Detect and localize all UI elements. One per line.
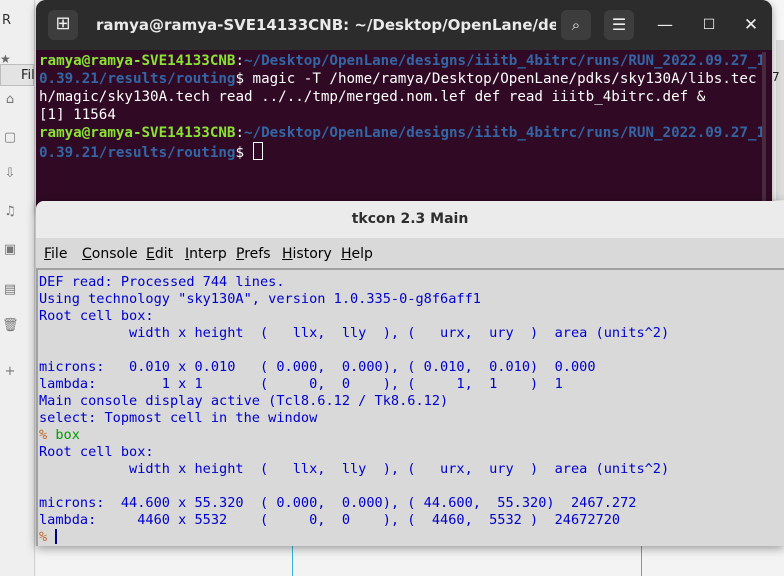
- menu-label: ile: [51, 246, 68, 262]
- terminal-title: ramya@ramya-SVE14133CNB: ~/Desktop/OpenL…: [96, 16, 556, 34]
- background-tab-label[interactable]: R: [0, 8, 18, 34]
- console-cursor: [55, 529, 58, 544]
- menu-label: elp: [351, 246, 373, 262]
- terminal-user: ramya@ramya-SVE14133CNB: [39, 125, 236, 141]
- terminal-job-line: [1] 11564: [39, 107, 116, 123]
- console-line: DEF read: Processed 744 lines.: [39, 274, 285, 290]
- menu-label: istory: [292, 246, 332, 262]
- trash-icon[interactable]: 🗑: [2, 318, 19, 334]
- console-line: width x height ( llx, lly ), ( urx, ury …: [39, 461, 670, 477]
- terminal-titlebar[interactable]: ⊞ ramya@ramya-SVE14133CNB: ~/Desktop/Ope…: [36, 0, 772, 50]
- terminal-user: ramya@ramya-SVE14133CNB: [39, 53, 236, 69]
- new-tab-icon[interactable]: ⊞: [48, 10, 78, 40]
- search-icon[interactable]: ⌕: [561, 10, 591, 40]
- video-icon[interactable]: ▤: [2, 282, 18, 298]
- terminal-colon: :: [235, 125, 245, 141]
- menu-interp[interactable]: Interp: [185, 244, 227, 264]
- menu-label: refs: [244, 246, 271, 262]
- menu-edit[interactable]: Edit: [146, 244, 173, 264]
- console-line: Root cell box:: [39, 308, 154, 324]
- console-line: microns: 0.010 x 0.010 ( 0.000, 0.000), …: [39, 359, 596, 375]
- menu-label: nterp: [189, 246, 227, 262]
- console-line: width x height ( llx, lly ), ( urx, ury …: [39, 325, 670, 341]
- home-icon[interactable]: ⌂: [2, 92, 18, 108]
- image-icon[interactable]: ▣: [2, 242, 18, 258]
- console-line: lambda: 4460 x 5532 ( 0, 0 ), ( 4460, 55…: [39, 512, 621, 528]
- menu-file[interactable]: File: [44, 244, 67, 264]
- console-line: select: Topmost cell in the window: [39, 410, 318, 426]
- menu-mnemonic: F: [44, 246, 52, 262]
- tkcon-console[interactable]: DEF read: Processed 744 lines. Using tec…: [36, 268, 784, 546]
- menu-prefs[interactable]: Prefs: [236, 244, 271, 264]
- console-command: box: [55, 427, 80, 443]
- add-icon[interactable]: +: [2, 364, 18, 380]
- terminal-cursor: [252, 142, 263, 160]
- tkcon-console-border: [36, 268, 38, 546]
- tkcon-menubar: File Console Edit Interp Prefs History H…: [36, 238, 784, 268]
- menu-mnemonic: H: [341, 246, 352, 262]
- download-icon[interactable]: ⇩: [2, 166, 18, 182]
- terminal-window[interactable]: ⊞ ramya@ramya-SVE14133CNB: ~/Desktop/Ope…: [36, 0, 772, 210]
- background-right-edge: [776, 40, 784, 200]
- background-guide-line: [292, 545, 293, 576]
- background-divider: [34, 0, 35, 576]
- menu-history[interactable]: History: [282, 244, 332, 264]
- terminal-prompt: $: [235, 145, 253, 161]
- console-line: Using technology "sky130A", version 1.0.…: [39, 291, 481, 307]
- terminal-colon: :: [235, 53, 245, 69]
- menu-label: dit: [154, 246, 174, 262]
- tkcon-titlebar[interactable]: tkcon 2.3 Main: [36, 201, 784, 238]
- menu-help[interactable]: Help: [341, 244, 373, 264]
- background-file-tab[interactable]: Fil: [0, 64, 35, 86]
- menu-label: onsole: [91, 246, 138, 262]
- menu-mnemonic: H: [282, 246, 293, 262]
- document-icon[interactable]: ▢: [2, 130, 18, 146]
- menu-mnemonic: C: [82, 246, 92, 262]
- background-guide-line: [641, 545, 642, 576]
- console-prompt: %: [39, 427, 56, 443]
- console-prompt: %: [39, 529, 56, 545]
- menu-mnemonic: P: [236, 246, 245, 262]
- music-icon[interactable]: ♫: [2, 204, 18, 220]
- minimize-icon[interactable]: —: [652, 12, 678, 38]
- background-content-area: [36, 545, 784, 576]
- console-line: Main console display active (Tcl8.6.12 /…: [39, 393, 449, 409]
- menu-console[interactable]: Console: [82, 244, 138, 264]
- close-icon[interactable]: ✕: [738, 12, 764, 38]
- maximize-icon[interactable]: ☐: [696, 12, 722, 38]
- tkcon-console-text[interactable]: DEF read: Processed 744 lines. Using tec…: [39, 274, 779, 545]
- tkcon-window[interactable]: tkcon 2.3 Main File Console Edit Interp …: [36, 201, 784, 546]
- terminal-output[interactable]: ramya@ramya-SVE14133CNB:~/Desktop/OpenLa…: [39, 52, 769, 210]
- console-line: microns: 44.600 x 55.320 ( 0.000, 0.000)…: [39, 495, 637, 511]
- console-line: Root cell box:: [39, 444, 154, 460]
- menu-mnemonic: E: [146, 246, 155, 262]
- hamburger-menu-icon[interactable]: ☰: [604, 10, 634, 40]
- console-line: lambda: 1 x 1 ( 0, 0 ), ( 1, 1 ) 1: [39, 376, 563, 392]
- terminal-scrollbar[interactable]: [762, 52, 766, 202]
